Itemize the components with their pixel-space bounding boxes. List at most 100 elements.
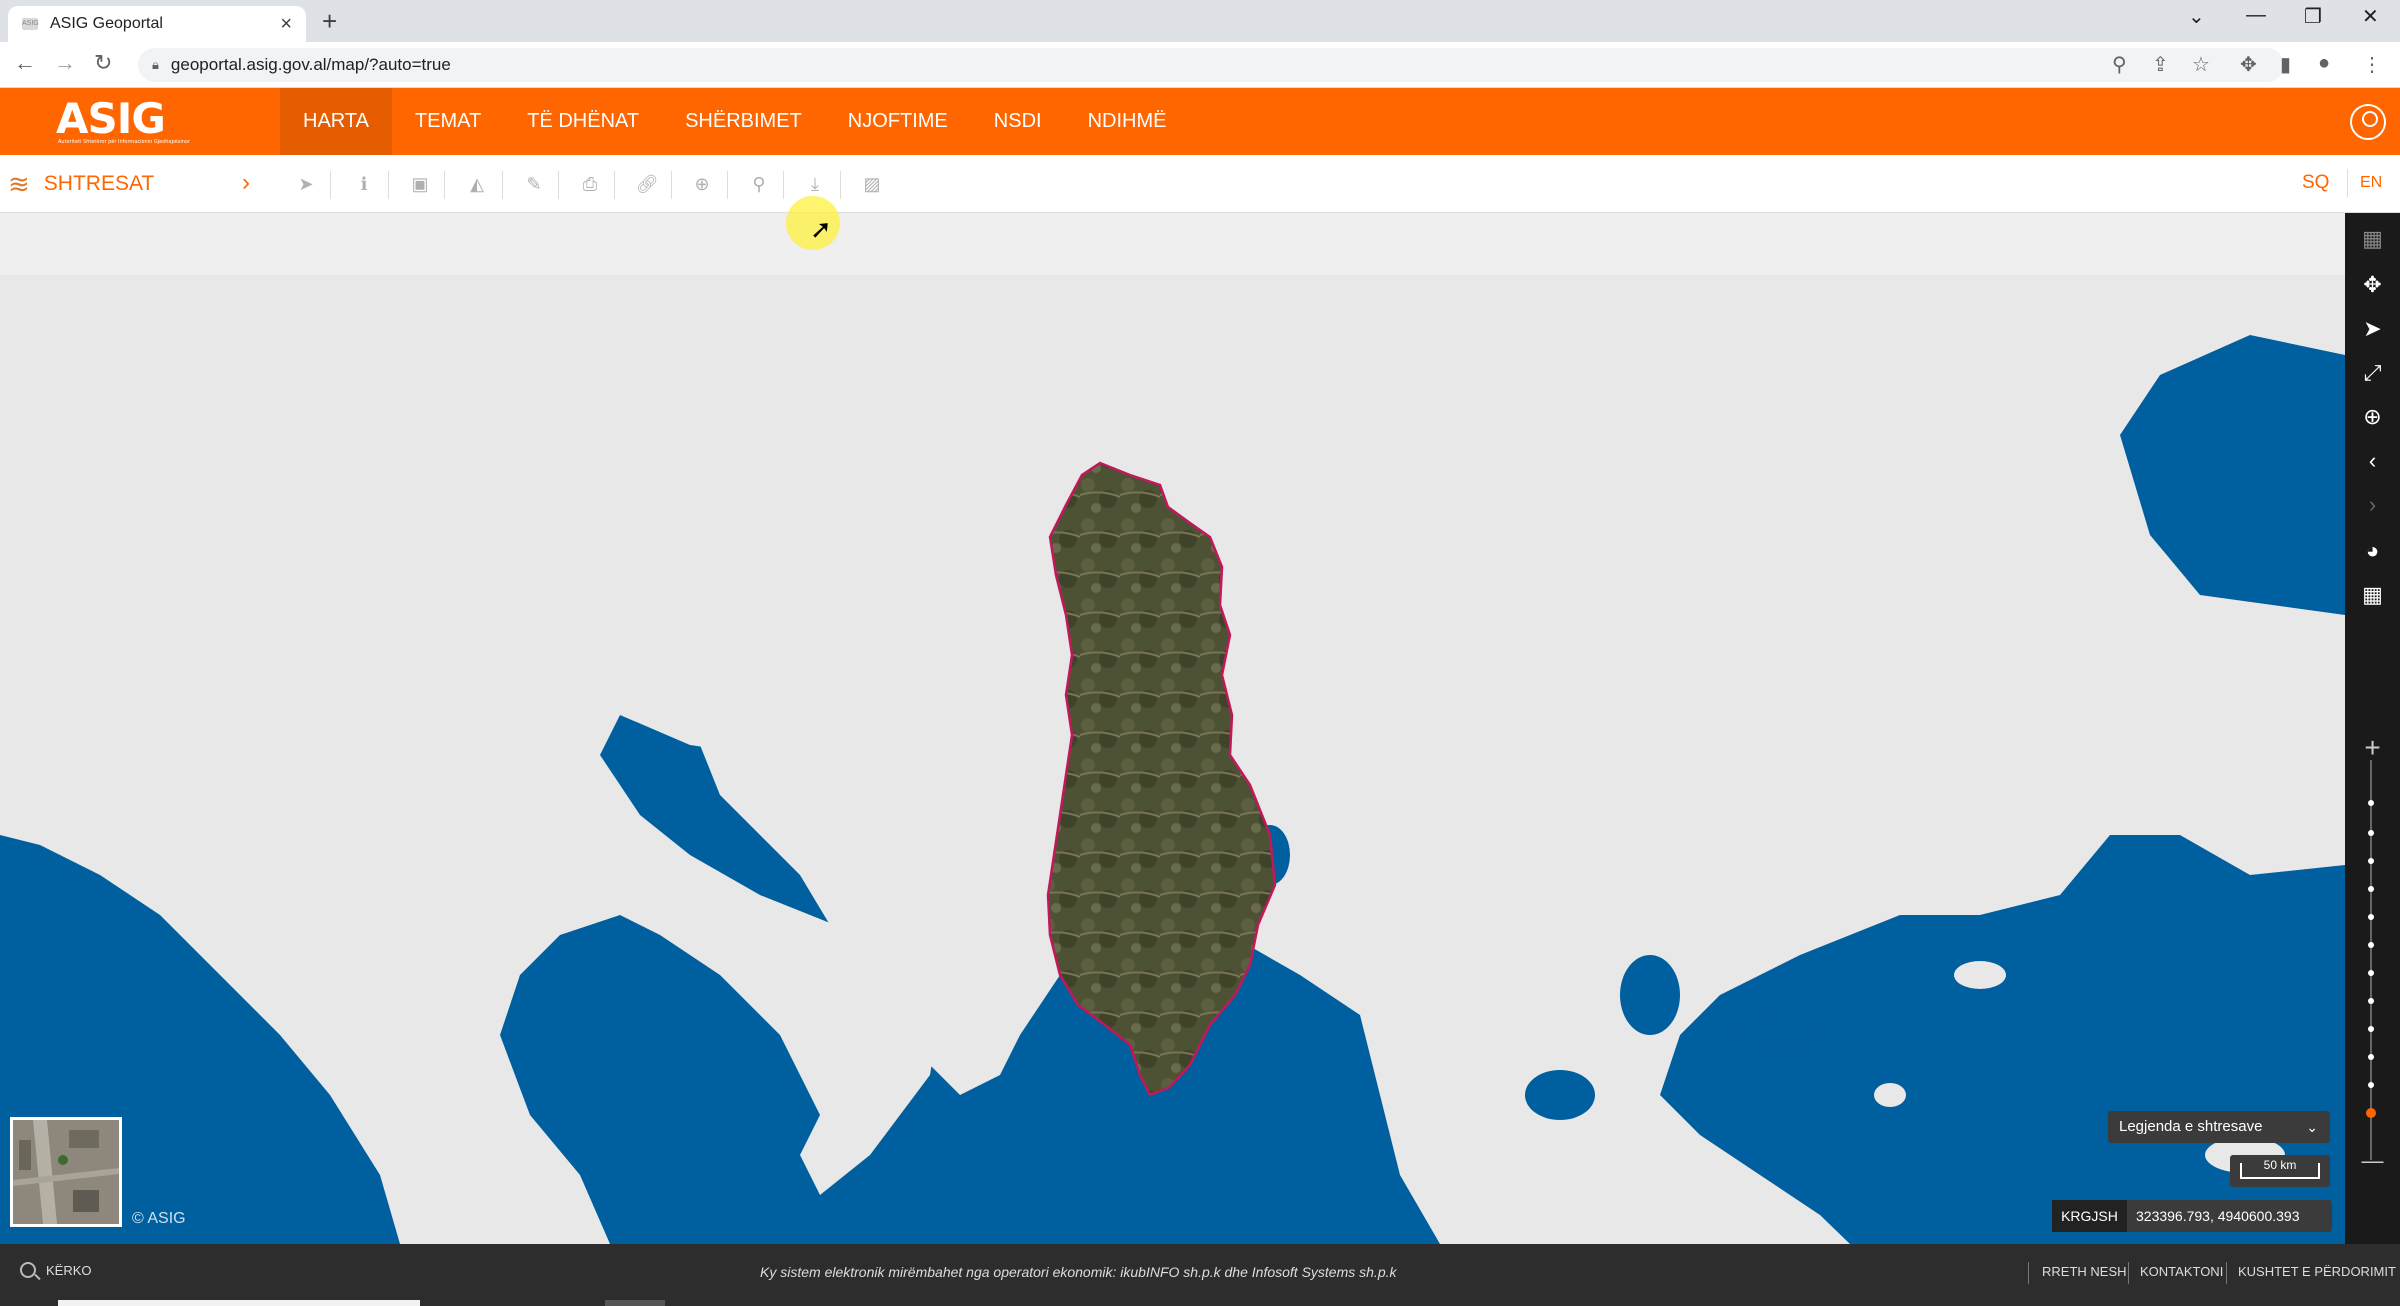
profile-icon[interactable]: ●: [2318, 52, 2330, 75]
download-icon[interactable]: ⤓: [803, 170, 827, 198]
zoom-level-dot[interactable]: [2368, 998, 2374, 1004]
lang-en[interactable]: EN: [2360, 174, 2382, 192]
url-field[interactable]: 🔒︎ geoportal.asig.gov.al/map/?auto=true: [138, 48, 2284, 82]
footer-link-terms[interactable]: KUSHTET E PËRDORIMIT: [2238, 1264, 2396, 1279]
zoom-icon[interactable]: ⚲: [2112, 52, 2127, 77]
zoom-level-dot[interactable]: [2368, 970, 2374, 976]
chevron-down-icon: ⌄: [2306, 1119, 2318, 1135]
window-close-icon[interactable]: ✕: [2362, 4, 2379, 29]
favicon-icon: ASIG: [22, 18, 39, 30]
layers-icon: ≋: [8, 168, 30, 199]
browser-tab[interactable]: ASIG ASIG Geoportal ×: [8, 6, 306, 42]
grid-icon[interactable]: ▦: [2345, 582, 2400, 608]
restore-icon[interactable]: ❐: [2304, 4, 2322, 29]
back-view-icon[interactable]: ‹: [2345, 448, 2400, 474]
zoom-level-dot[interactable]: [2368, 1082, 2374, 1088]
area-icon[interactable]: ▣: [408, 170, 432, 198]
lock-icon: 🔒︎: [152, 57, 159, 72]
zoom-level-dot[interactable]: [2368, 942, 2374, 948]
footer-link-contact[interactable]: KONTAKTONI: [2140, 1264, 2223, 1279]
footer-separator: [2226, 1262, 2227, 1284]
island: [1750, 901, 1790, 929]
add-icon[interactable]: ⊕: [690, 170, 714, 198]
zoom-level-dot[interactable]: [2368, 858, 2374, 864]
tool-separator: [444, 171, 445, 199]
nav-njoftime[interactable]: NJOFTIME: [825, 88, 971, 155]
expand-icon[interactable]: ⤢: [2345, 360, 2400, 386]
zoom-area-icon[interactable]: ⊕: [2345, 404, 2400, 430]
legend-label: Legjenda e shtresave: [2119, 1118, 2263, 1135]
island: [670, 427, 730, 443]
asig-logo[interactable]: ASIG Autoriteti Shtetëror për Informacio…: [56, 94, 190, 146]
select-tool-icon[interactable]: ➤: [294, 170, 318, 198]
zoom-level-dot[interactable]: [2368, 830, 2374, 836]
map-canvas[interactable]: [0, 275, 2345, 1244]
tool-separator: [727, 171, 728, 199]
map-svg: [0, 275, 2345, 1244]
tool-separator: [614, 171, 615, 199]
nav-harta[interactable]: HARTA: [280, 88, 392, 155]
layers-button[interactable]: ≋ SHTRESAT: [8, 165, 154, 203]
globe-icon[interactable]: ◕: [2345, 538, 2400, 564]
locate-icon[interactable]: ➤: [2345, 316, 2400, 342]
nav-nsdi[interactable]: NSDI: [971, 88, 1065, 155]
browser-menu-icon[interactable]: ⋮: [2362, 52, 2382, 77]
user-account-icon[interactable]: [2350, 104, 2386, 140]
footer-link-about[interactable]: RRETH NESH: [2042, 1264, 2127, 1279]
edit-icon[interactable]: ✎: [522, 170, 546, 198]
map-container[interactable]: [0, 213, 2345, 1244]
nav-ndihme[interactable]: NDIHMË: [1065, 88, 1190, 155]
forward-view-icon[interactable]: ›: [2345, 492, 2400, 518]
zoom-slider-track[interactable]: [2370, 760, 2372, 1160]
zoom-handle[interactable]: [2366, 1108, 2376, 1118]
image-icon[interactable]: ▨: [860, 170, 884, 198]
zoom-in-button[interactable]: +: [2345, 732, 2400, 764]
search-icon[interactable]: ⚲: [747, 170, 771, 198]
footer-separator: [2028, 1262, 2029, 1284]
tool-separator: [2347, 169, 2348, 197]
tab-close-icon[interactable]: ×: [280, 13, 292, 36]
nav-te-dhenat[interactable]: TË DHËNAT: [504, 88, 662, 155]
overview-minimap[interactable]: [10, 1117, 122, 1227]
nav-temat[interactable]: TEMAT: [392, 88, 504, 155]
footer-search[interactable]: KËRKO: [20, 1262, 92, 1278]
link-icon[interactable]: 🔗︎: [635, 170, 659, 198]
legend-dropdown[interactable]: Legjenda e shtresave ⌄: [2108, 1111, 2330, 1143]
zoom-level-dot[interactable]: [2368, 886, 2374, 892]
footer-separator: [2128, 1262, 2129, 1284]
zoom-level-dot[interactable]: [2368, 800, 2374, 806]
forward-icon[interactable]: →: [54, 50, 76, 76]
zoom-level-dot[interactable]: [2368, 914, 2374, 920]
basemap-icon[interactable]: ▦: [2345, 226, 2400, 252]
minimize-icon[interactable]: —: [2246, 4, 2266, 27]
bookmark-star-icon[interactable]: ☆: [2192, 52, 2210, 77]
fullscreen-icon[interactable]: ✥: [2345, 272, 2400, 298]
footer-message: Ky sistem elektronik mirëmbahet nga oper…: [760, 1264, 1397, 1280]
tab-search-icon[interactable]: ⌄: [2188, 4, 2205, 29]
tool-separator: [783, 171, 784, 199]
sea-inlet: [1620, 955, 1680, 1035]
mouse-cursor-highlight: ➚: [786, 196, 840, 250]
zoom-level-dot[interactable]: [2368, 1026, 2374, 1032]
lang-sq[interactable]: SQ: [2302, 172, 2329, 194]
search-label: KËRKO: [46, 1262, 92, 1278]
layers-label: SHTRESAT: [43, 172, 155, 195]
zoom-level-dot[interactable]: [2368, 1054, 2374, 1060]
side-panel-icon[interactable]: ▮: [2280, 52, 2291, 77]
minimap-svg: [13, 1120, 119, 1224]
nav-sherbimet[interactable]: SHËRBIMET: [662, 88, 825, 155]
info-icon[interactable]: ℹ: [352, 170, 376, 198]
sea-inlet: [1525, 1070, 1595, 1120]
reload-icon[interactable]: ↻: [94, 50, 112, 76]
share-icon[interactable]: ⇪: [2152, 52, 2169, 77]
scale-label: 50 km: [2263, 1158, 2297, 1172]
projection-label[interactable]: KRGJSH: [2052, 1200, 2127, 1232]
profile-icon[interactable]: ◭: [465, 170, 489, 198]
print-icon[interactable]: ⎙: [578, 170, 602, 198]
back-icon[interactable]: ←: [14, 50, 36, 76]
layers-expand-chevron-icon[interactable]: ›: [242, 169, 250, 197]
tool-separator: [388, 171, 389, 199]
zoom-out-button[interactable]: —: [2345, 1148, 2400, 1174]
extensions-icon[interactable]: ✥: [2240, 52, 2257, 77]
new-tab-icon[interactable]: +: [322, 6, 337, 37]
